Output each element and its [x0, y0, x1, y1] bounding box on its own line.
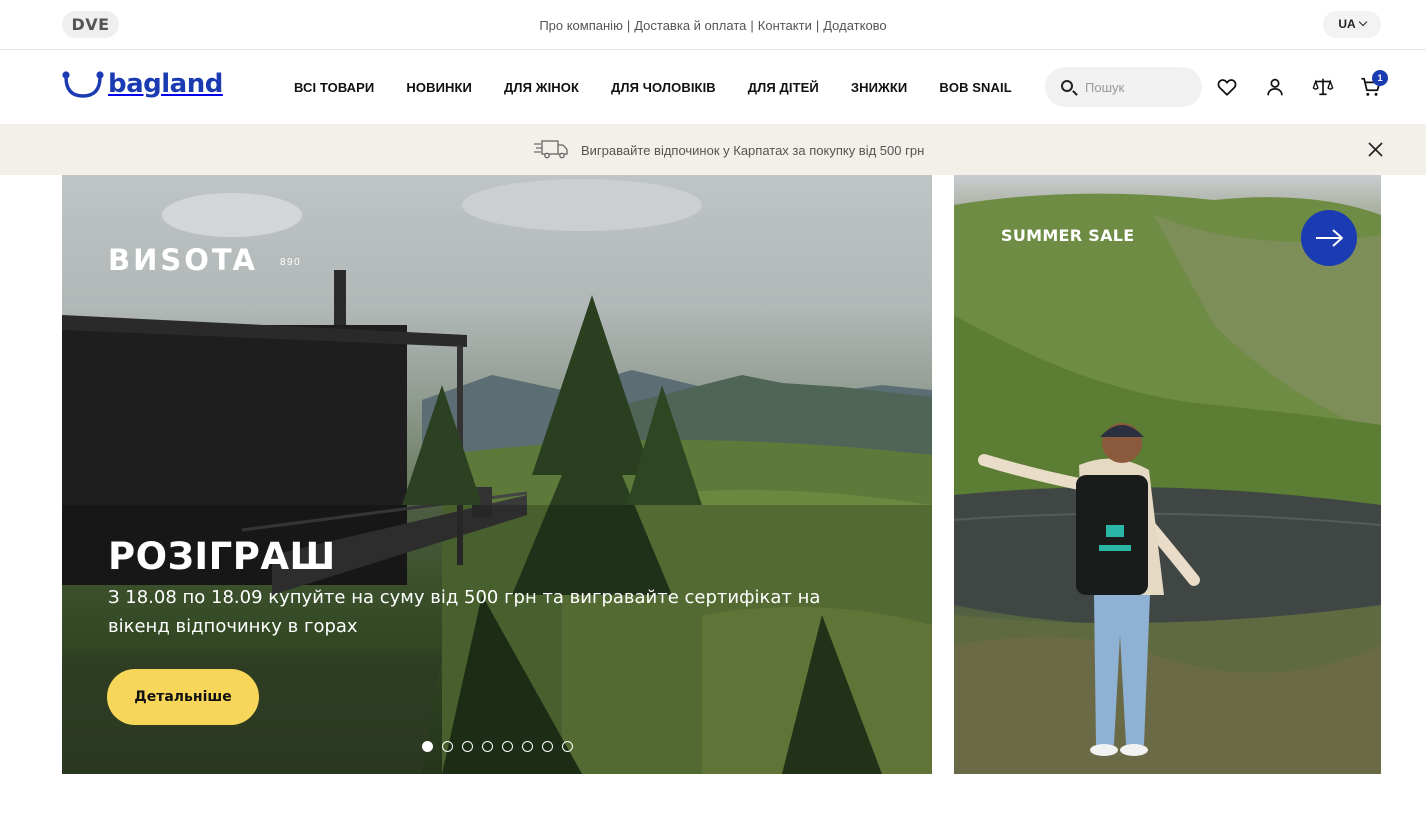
slider-dot[interactable] — [502, 741, 513, 752]
summer-sale-banner[interactable]: SUMMER SALE — [954, 175, 1381, 774]
brand-logo-subtext: 890 — [280, 257, 302, 268]
user-icon[interactable] — [1264, 76, 1286, 98]
logo[interactable]: bagland — [62, 67, 223, 103]
logo-text: bagland — [108, 69, 223, 99]
link-more[interactable]: Додатково — [823, 18, 886, 33]
slider-dot[interactable] — [442, 741, 453, 752]
link-about[interactable]: Про компанію — [539, 18, 623, 33]
search-input[interactable] — [1085, 77, 1195, 97]
promo-banner: Вигравайте відпочинок у Карпатах за поку… — [0, 124, 1426, 175]
arrow-right-icon — [1316, 229, 1343, 247]
heart-icon[interactable] — [1216, 76, 1238, 98]
separator: | — [626, 18, 631, 33]
slider-dots — [422, 741, 582, 752]
chevron-down-icon — [1358, 17, 1367, 27]
nav-women[interactable]: ДЛЯ ЖІНОК — [504, 80, 579, 95]
slider-dot[interactable] — [522, 741, 533, 752]
close-icon[interactable] — [1367, 141, 1384, 158]
slider-dot[interactable] — [422, 741, 433, 752]
separator: | — [750, 18, 754, 33]
nav-men[interactable]: ДЛЯ ЧОЛОВІКІВ — [611, 80, 716, 95]
language-label: UA — [1338, 17, 1356, 31]
promo-text: Вигравайте відпочинок у Карпатах за поку… — [581, 143, 925, 158]
delivery-truck-icon — [534, 140, 568, 159]
brand-logo-text: ВИSOTA — [108, 243, 258, 277]
slider-dot[interactable] — [562, 741, 573, 752]
details-button[interactable]: Детальніше — [107, 669, 259, 725]
slider-dot[interactable] — [462, 741, 473, 752]
nav-sale[interactable]: ЗНИЖКИ — [851, 80, 908, 95]
link-delivery[interactable]: Доставка й оплата — [634, 18, 746, 33]
nav-bob-snail[interactable]: BOB SNAIL — [939, 80, 1011, 95]
summer-sale-label: SUMMER SALE — [1001, 226, 1135, 245]
nav-all-products[interactable]: ВСІ ТОВАРИ — [294, 80, 374, 95]
compare-scales-icon[interactable] — [1312, 76, 1334, 98]
hero-slider[interactable]: ВИSOTA 890 РОЗІГРАШ З 18.08 по 18.09 куп… — [62, 175, 932, 774]
main-header: bagland ВСІ ТОВАРИ НОВИНКИ ДЛЯ ЖІНОК ДЛЯ… — [0, 51, 1426, 124]
search-icon[interactable] — [1061, 80, 1073, 92]
logo-smile-icon — [62, 71, 104, 98]
slider-dot[interactable] — [482, 741, 493, 752]
hero-title: РОЗІГРАШ — [108, 535, 336, 578]
search-box[interactable] — [1045, 67, 1202, 107]
slider-dot[interactable] — [542, 741, 553, 752]
nav-new[interactable]: НОВИНКИ — [406, 80, 472, 95]
hero-description: З 18.08 по 18.09 купуйте на суму від 500… — [108, 587, 821, 637]
main-nav: ВСІ ТОВАРИ НОВИНКИ ДЛЯ ЖІНОК ДЛЯ ЧОЛОВІК… — [294, 80, 1044, 95]
separator: | — [815, 18, 820, 33]
next-arrow-button[interactable] — [1301, 210, 1357, 266]
link-contacts[interactable]: Контакти — [758, 18, 812, 33]
cart-count-badge: 1 — [1372, 70, 1388, 86]
top-links: Про компанію | Доставка й оплата | Контакти |… — [0, 18, 1426, 33]
top-strip: DVE Про компанію | Доставка й оплата | Конта… — [0, 0, 1426, 50]
language-selector[interactable]: UA — [1323, 11, 1381, 38]
nav-kids[interactable]: ДЛЯ ДІТЕЙ — [748, 80, 819, 95]
